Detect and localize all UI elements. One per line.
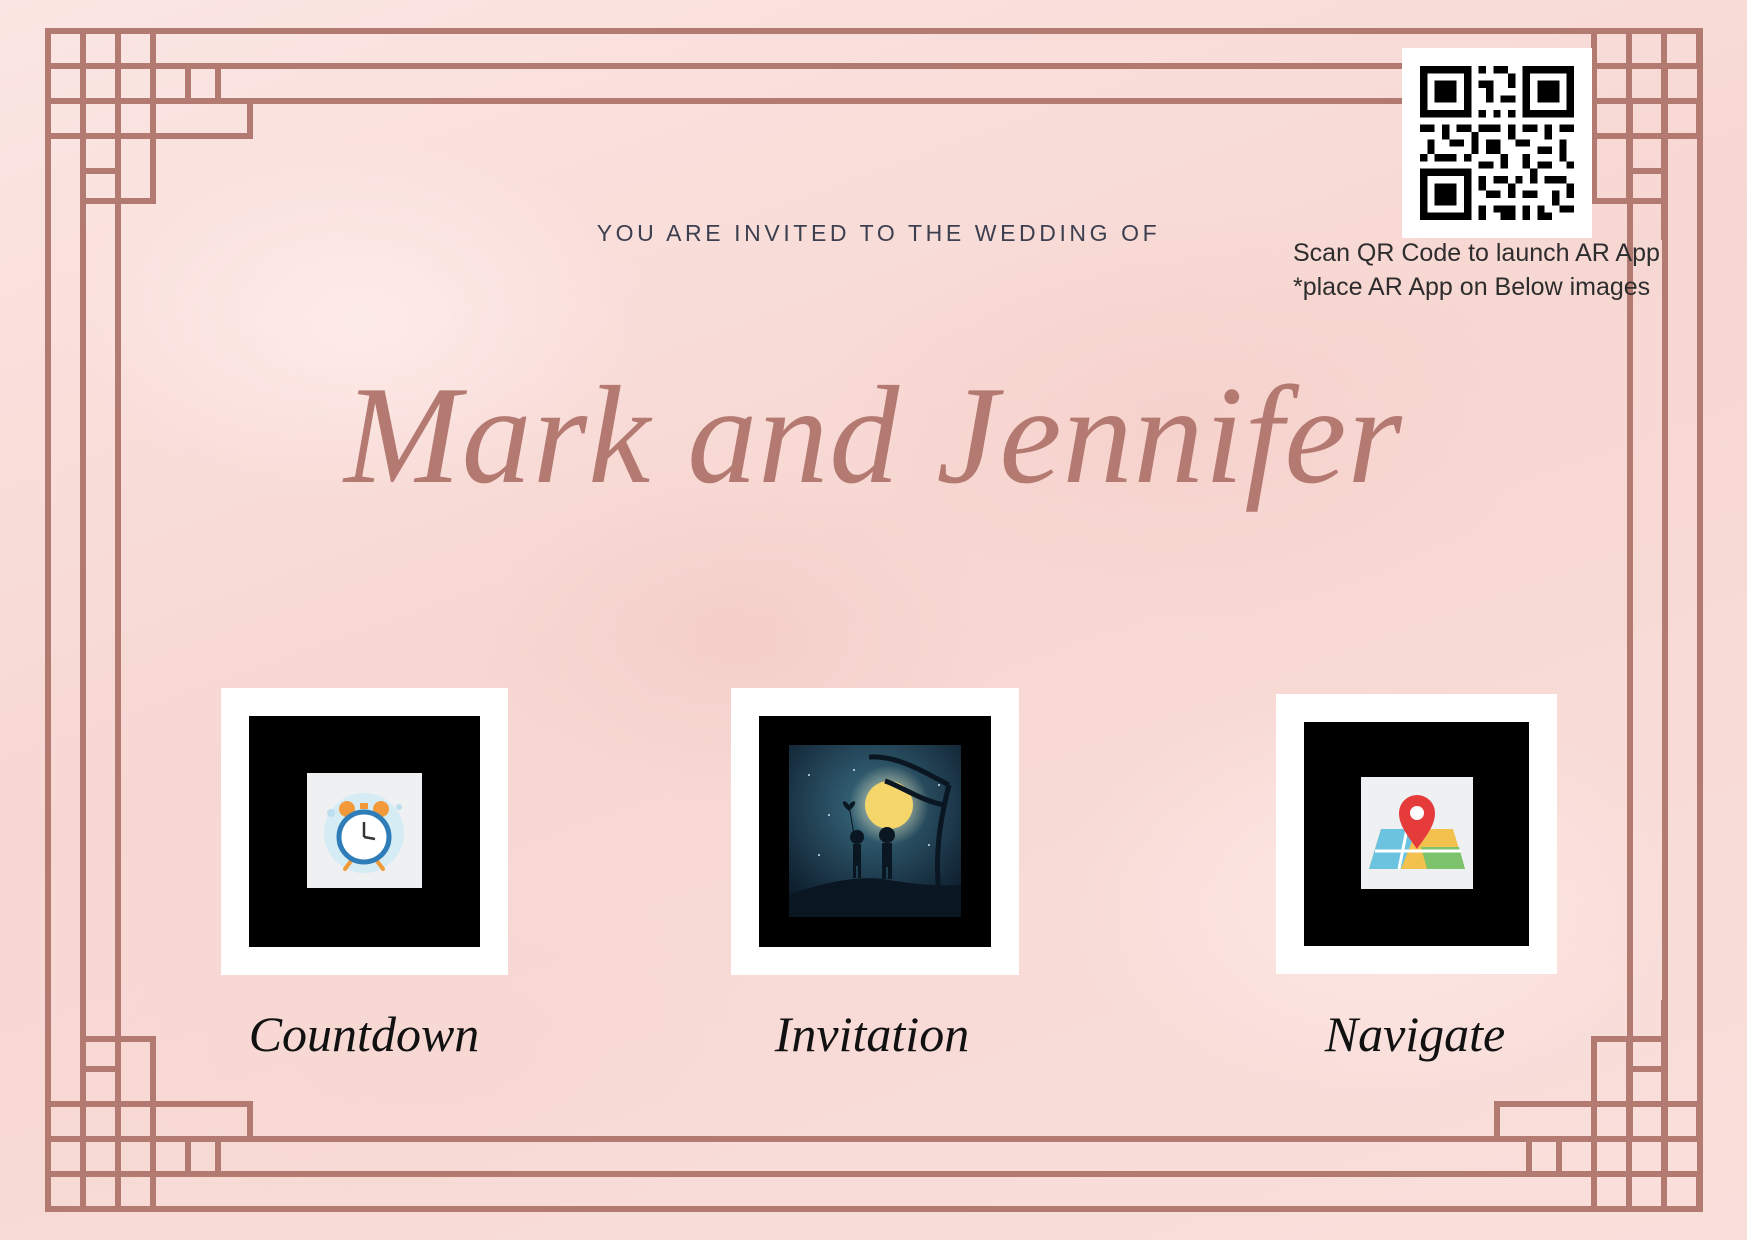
navigate-marker-card[interactable]: [1276, 694, 1557, 974]
countdown-label: Countdown: [248, 1006, 480, 1062]
qr-code-icon: [1420, 66, 1574, 220]
alarm-clock-icon: [307, 773, 422, 888]
couple-under-moon-illustration: [789, 745, 961, 917]
qr-caption-line2: *place AR App on Below images: [1293, 273, 1651, 301]
navigate-label: Navigate: [1324, 1006, 1506, 1062]
invitation-header: YOU ARE INVITED TO THE WEDDING OF: [596, 220, 1161, 246]
invitation-label: Invitation: [774, 1006, 970, 1062]
couple-names: Mark and Jennifer: [344, 358, 1403, 513]
qr-code[interactable]: [1402, 48, 1592, 238]
invitation-marker-card[interactable]: [731, 688, 1019, 975]
countdown-marker-card[interactable]: [221, 688, 508, 975]
map-pin-icon: [1361, 777, 1473, 889]
